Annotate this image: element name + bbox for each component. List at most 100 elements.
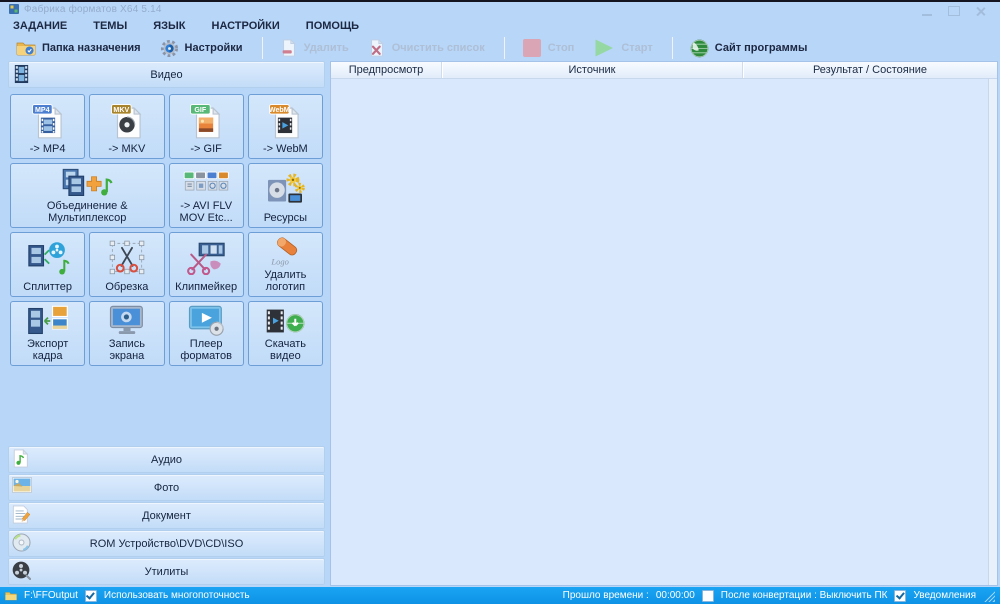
status-bar-left: F:\FFOutput Использовать многопоточность bbox=[5, 590, 250, 602]
tile-export-frame[interactable]: Экспорт кадра bbox=[10, 301, 85, 366]
destination-folder-icon bbox=[16, 40, 36, 56]
destination-folder-button[interactable]: Папка назначения bbox=[8, 38, 149, 58]
sidebar-section-photo[interactable]: Фото bbox=[8, 474, 325, 501]
destination-folder-button-label: Папка назначения bbox=[42, 42, 141, 54]
tile-to-gif[interactable]: GIF-> GIF bbox=[169, 94, 244, 159]
multithread-label: Использовать многопоточность bbox=[104, 590, 250, 601]
status-bar: F:\FFOutput Использовать многопоточность… bbox=[0, 587, 1000, 604]
tile-trim-label: Обрезка bbox=[105, 281, 148, 294]
tile-to-mp4[interactable]: MP4-> MP4 bbox=[10, 94, 85, 159]
menu-task[interactable]: ЗАДАНИЕ bbox=[13, 20, 67, 32]
column-preview[interactable]: Предпросмотр bbox=[331, 62, 442, 78]
window-title: Фабрика форматов X64 5.14 bbox=[24, 4, 162, 15]
resources-icon bbox=[265, 166, 305, 212]
sidebar-section-rom[interactable]: ROM Устройство\DVD\CD\ISO bbox=[8, 530, 325, 557]
tile-clipmaker[interactable]: Клипмейкер bbox=[169, 232, 244, 297]
shutdown-label: После конвертации : Выключить ПК bbox=[721, 590, 888, 601]
tile-splitter[interactable]: Сплиттер bbox=[10, 232, 85, 297]
menu-help[interactable]: ПОМОЩЬ bbox=[306, 20, 359, 32]
document-icon bbox=[12, 505, 30, 524]
tile-resources[interactable]: Ресурсы bbox=[248, 163, 323, 228]
vertical-scrollbar[interactable] bbox=[988, 79, 997, 585]
clipmaker-icon bbox=[185, 235, 227, 281]
sidebar-section-utilities[interactable]: Утилиты bbox=[8, 558, 325, 585]
mkv-file-icon: MKV bbox=[109, 97, 145, 143]
clear-list-button[interactable]: Очистить список bbox=[360, 37, 493, 59]
column-source[interactable]: Источник bbox=[442, 62, 743, 78]
start-button[interactable]: Старт bbox=[585, 36, 660, 60]
tile-download-video[interactable]: Скачать видео bbox=[248, 301, 323, 366]
svg-text:WebM: WebM bbox=[269, 106, 290, 114]
remove-logo-eraser-icon: Logo bbox=[266, 235, 304, 269]
tile-to-avi-flv-mov-label: -> AVI FLV MOV Etc... bbox=[171, 200, 242, 225]
remove-button-label: Удалить bbox=[304, 42, 349, 54]
sidebar-section-audio[interactable]: Аудио bbox=[8, 446, 325, 473]
menu-settings[interactable]: НАСТРОЙКИ bbox=[212, 20, 280, 32]
tile-to-avi-flv-mov[interactable]: -> AVI FLV MOV Etc... bbox=[169, 163, 244, 228]
gif-file-icon: GIF bbox=[188, 97, 224, 143]
tile-splitter-label: Сплиттер bbox=[23, 281, 72, 294]
output-folder-icon bbox=[5, 591, 17, 601]
sidebar-section-video[interactable]: Видео bbox=[8, 61, 325, 88]
tile-export-frame-label: Экспорт кадра bbox=[12, 338, 83, 363]
multithread-checkbox[interactable] bbox=[85, 590, 97, 602]
remove-file-icon bbox=[280, 39, 298, 57]
minimize-button[interactable] bbox=[922, 6, 932, 16]
tile-format-player[interactable]: Плеер форматов bbox=[169, 301, 244, 366]
tile-download-video-label: Скачать видео bbox=[250, 338, 321, 363]
webm-file-icon: WebM bbox=[267, 97, 303, 143]
menu-language[interactable]: ЯЗЫК bbox=[153, 20, 185, 32]
svg-text:MKV: MKV bbox=[113, 106, 129, 114]
filmstrip-icon bbox=[12, 64, 31, 84]
section-video-label: Видео bbox=[9, 69, 324, 81]
tile-remove-logo[interactable]: LogoУдалить логотип bbox=[248, 232, 323, 297]
tile-screen-record[interactable]: Запись экрана bbox=[89, 301, 164, 366]
tile-screen-record-label: Запись экрана bbox=[91, 338, 162, 363]
program-site-button[interactable]: Сайт программы bbox=[682, 37, 816, 60]
sidebar-section-photo-label: Фото bbox=[9, 482, 324, 494]
sidebar-spacer bbox=[8, 366, 325, 446]
start-icon bbox=[593, 38, 615, 58]
close-button[interactable] bbox=[976, 7, 986, 15]
output-path[interactable]: F:\FFOutput bbox=[24, 590, 78, 601]
remove-button[interactable]: Удалить bbox=[272, 37, 357, 59]
tile-to-mkv[interactable]: MKV -> MKV bbox=[89, 94, 164, 159]
svg-text:GIF: GIF bbox=[194, 106, 207, 114]
tile-clipmaker-label: Клипмейкер bbox=[175, 281, 237, 294]
app-icon bbox=[9, 1, 19, 19]
settings-button[interactable]: Настройки bbox=[152, 37, 251, 60]
menu-bar: ЗАДАНИЕ ТЕМЫ ЯЗЫК НАСТРОЙКИ ПОМОЩЬ bbox=[0, 17, 1000, 34]
multi-format-icon bbox=[183, 166, 229, 200]
sidebar: Видео MP4-> MP4MKV-> MKVGIF-> GIFWebM-> … bbox=[8, 61, 325, 586]
merge-multiplexer-icon bbox=[61, 166, 113, 200]
titlebar: Фабрика форматов X64 5.14 bbox=[0, 2, 1000, 17]
notifications-checkbox[interactable] bbox=[894, 590, 906, 602]
status-bar-right: Прошло времени : 00:00:00 После конверта… bbox=[563, 590, 995, 602]
column-result-state[interactable]: Результат / Состояние bbox=[743, 62, 997, 78]
tile-to-webm[interactable]: WebM-> WebM bbox=[248, 94, 323, 159]
globe-icon bbox=[690, 39, 709, 58]
elapsed-label: Прошло времени : bbox=[563, 590, 649, 601]
photo-icon bbox=[12, 477, 32, 493]
sidebar-section-document[interactable]: Документ bbox=[8, 502, 325, 529]
toolbar-separator bbox=[503, 37, 504, 59]
format-player-icon bbox=[187, 304, 225, 338]
sidebar-section-rom-label: ROM Устройство\DVD\CD\ISO bbox=[9, 538, 324, 550]
shutdown-checkbox[interactable] bbox=[702, 590, 714, 602]
sidebar-section-document-label: Документ bbox=[9, 510, 324, 522]
tile-merge-multiplexer[interactable]: Объединение & Мультиплексор bbox=[10, 163, 165, 228]
tile-resources-label: Ресурсы bbox=[264, 212, 307, 225]
stop-button[interactable]: Стоп bbox=[514, 36, 583, 60]
menu-themes[interactable]: ТЕМЫ bbox=[93, 20, 127, 32]
download-video-icon bbox=[264, 304, 306, 338]
window-controls bbox=[922, 6, 986, 16]
audio-note-icon bbox=[12, 449, 30, 468]
stop-button-label: Стоп bbox=[548, 42, 575, 54]
tile-trim[interactable]: Обрезка bbox=[89, 232, 164, 297]
utilities-icon bbox=[12, 561, 31, 580]
resize-grip[interactable] bbox=[983, 590, 995, 602]
maximize-button[interactable] bbox=[948, 6, 960, 16]
task-panel: Предпросмотр Источник Результат / Состоя… bbox=[330, 61, 998, 586]
tile-to-mkv-label: -> MKV bbox=[108, 143, 145, 156]
stop-icon bbox=[522, 38, 542, 58]
